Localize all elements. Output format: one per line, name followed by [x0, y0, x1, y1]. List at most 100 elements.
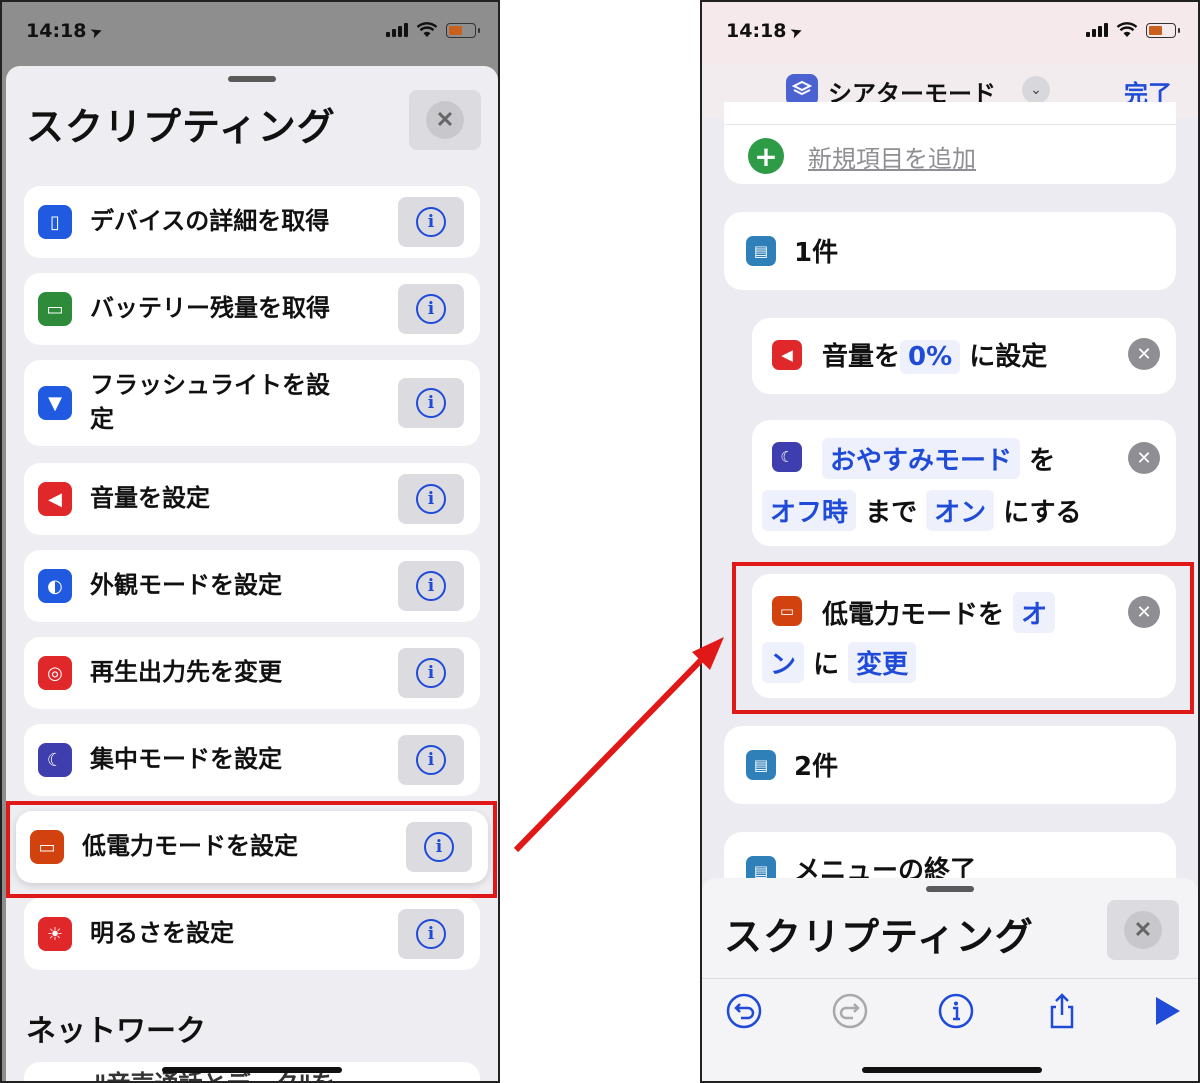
scripting-action-sheet: スクリプティング ✕ ▯ デバイスの詳細を取得 i ▭ バッテリー残量を取得 i… [6, 66, 498, 1081]
menu-icon: ▤ [746, 236, 776, 266]
battery-level-icon: ▭ [38, 292, 72, 326]
focus-until-token[interactable]: オフ時 [762, 490, 857, 531]
info-button[interactable]: i [398, 378, 464, 428]
home-indicator [162, 1067, 342, 1073]
moon-icon: ☾ [772, 442, 802, 472]
focus-text-1: を [1029, 446, 1056, 476]
action-change-playback-destination[interactable]: ◎ 再生出力先を変更 i [24, 637, 480, 709]
redo-icon [832, 993, 868, 1029]
plus-icon: + [748, 138, 784, 174]
cellular-signal-icon [386, 23, 408, 37]
info-button[interactable]: i [398, 561, 464, 611]
brightness-icon: ☀ [38, 917, 72, 951]
speaker-icon: ◀ [772, 340, 802, 370]
menu-case-1-card[interactable]: ▤ 1件 [724, 212, 1176, 290]
chevron-down-icon[interactable]: ⌄ [1022, 76, 1050, 104]
location-icon: ➤ [787, 21, 806, 43]
volume-value-token[interactable]: 0% [900, 340, 961, 374]
remove-action-button[interactable]: ✕ [1128, 338, 1160, 370]
action-set-brightness[interactable]: ☀ 明るさを設定 i [24, 898, 480, 970]
volume-prefix: 音量を [822, 342, 901, 372]
battery-icon [1146, 22, 1180, 38]
action-label: デバイスの詳細を取得 [90, 207, 330, 236]
cellular-signal-icon [1086, 23, 1108, 37]
sheet-title: スクリプティング [26, 105, 336, 149]
focus-on-token[interactable]: オン [926, 490, 995, 531]
action-label: バッテリー残量を取得 [90, 294, 330, 323]
info-icon: i [416, 919, 446, 949]
action-set-focus-mode[interactable]: ☾ 集中モードを設定 i [24, 724, 480, 796]
speaker-icon: ◀ [38, 482, 72, 516]
menu-case-label: 1件 [794, 238, 839, 268]
menu-add-item-card: + 新規項目を追加 [724, 102, 1176, 184]
focus-text-3: にする [1003, 498, 1082, 528]
info-button[interactable] [934, 989, 978, 1033]
undo-button[interactable] [722, 989, 766, 1033]
action-label: 再生出力先を変更 [90, 658, 282, 687]
action-label: 外観モードを設定 [90, 571, 282, 600]
highlight-box-left [6, 801, 497, 898]
close-sheet-button[interactable]: ✕ [1107, 900, 1179, 960]
run-button[interactable] [1144, 989, 1188, 1033]
sheet-title: スクリプティング [724, 915, 1034, 959]
left-phone-screen: 14:18➤ スクリプティング ✕ ▯ デバイスの詳細を取得 i ▭ バッテリー… [0, 0, 500, 1083]
section-title-network: ネットワーク [26, 1014, 206, 1049]
moon-icon: ☾ [38, 743, 72, 777]
info-button[interactable]: i [398, 474, 464, 524]
close-icon: ✕ [426, 101, 464, 139]
sheet-grabber[interactable] [926, 886, 974, 892]
menu-icon: ▤ [746, 750, 776, 780]
info-icon: i [416, 388, 446, 418]
redo-button[interactable] [828, 989, 872, 1033]
action-set-appearance[interactable]: ◐ 外観モードを設定 i [24, 550, 480, 622]
action-set-flashlight[interactable]: ▼ フラッシュライトを設定 i [24, 360, 480, 446]
status-time: 14:18 [726, 20, 787, 42]
info-icon: i [416, 484, 446, 514]
info-icon: i [416, 658, 446, 688]
share-button[interactable] [1040, 989, 1084, 1033]
battery-icon [446, 22, 480, 38]
close-sheet-button[interactable]: ✕ [409, 90, 481, 150]
set-focus-action-card[interactable]: ☾ おやすみモード を オフ時 まで オン にする ✕ [752, 420, 1176, 546]
status-bar: 14:18➤ [2, 2, 498, 64]
info-button[interactable]: i [398, 284, 464, 334]
info-icon: i [416, 571, 446, 601]
home-indicator [862, 1067, 1042, 1073]
close-icon: ✕ [1124, 911, 1162, 949]
play-icon [1156, 997, 1180, 1025]
status-bar: 14:18➤ [702, 2, 1198, 64]
info-icon [938, 993, 974, 1029]
focus-mode-token[interactable]: おやすみモード [822, 438, 1021, 479]
remove-action-button[interactable]: ✕ [1128, 442, 1160, 474]
volume-suffix: に設定 [969, 342, 1048, 372]
add-new-item-row[interactable]: + 新規項目を追加 [748, 138, 976, 174]
action-get-device-details[interactable]: ▯ デバイスの詳細を取得 i [24, 186, 480, 258]
add-new-item-label: 新規項目を追加 [808, 144, 976, 173]
action-label: 音量を設定 [90, 484, 210, 513]
info-button[interactable]: i [398, 735, 464, 785]
action-set-volume[interactable]: ◀ 音量を設定 i [24, 463, 480, 535]
flashlight-icon: ▼ [38, 386, 72, 420]
highlight-box-right [732, 562, 1194, 714]
wifi-icon [416, 22, 438, 38]
location-icon: ➤ [87, 21, 106, 43]
scripting-bottom-sheet: スクリプティング ✕ [702, 878, 1198, 1081]
sheet-grabber[interactable] [228, 76, 276, 82]
share-icon [1050, 993, 1074, 1029]
action-label: 集中モードを設定 [90, 745, 282, 774]
editor-toolbar [702, 978, 1198, 1040]
menu-case-2-card[interactable]: ▤ 2件 [724, 726, 1176, 804]
undo-icon [726, 993, 762, 1029]
focus-text-2: まで [865, 498, 918, 528]
info-button[interactable]: i [398, 909, 464, 959]
set-volume-action-card[interactable]: ◀ 音量を 0% に設定 ✕ [752, 318, 1176, 394]
info-button[interactable]: i [398, 197, 464, 247]
menu-case-label: 2件 [794, 752, 839, 782]
appearance-icon: ◐ [38, 569, 72, 603]
wifi-icon [1116, 22, 1138, 38]
action-get-battery-level[interactable]: ▭ バッテリー残量を取得 i [24, 273, 480, 345]
info-button[interactable]: i [398, 648, 464, 698]
right-phone-screen: 14:18➤ シアターモード ⌄ 完了 + 新規項目を追加 ▤ 1件 ◀ 音量を… [700, 0, 1200, 1083]
airplay-icon: ◎ [38, 656, 72, 690]
action-label: 明るさを設定 [90, 919, 234, 948]
